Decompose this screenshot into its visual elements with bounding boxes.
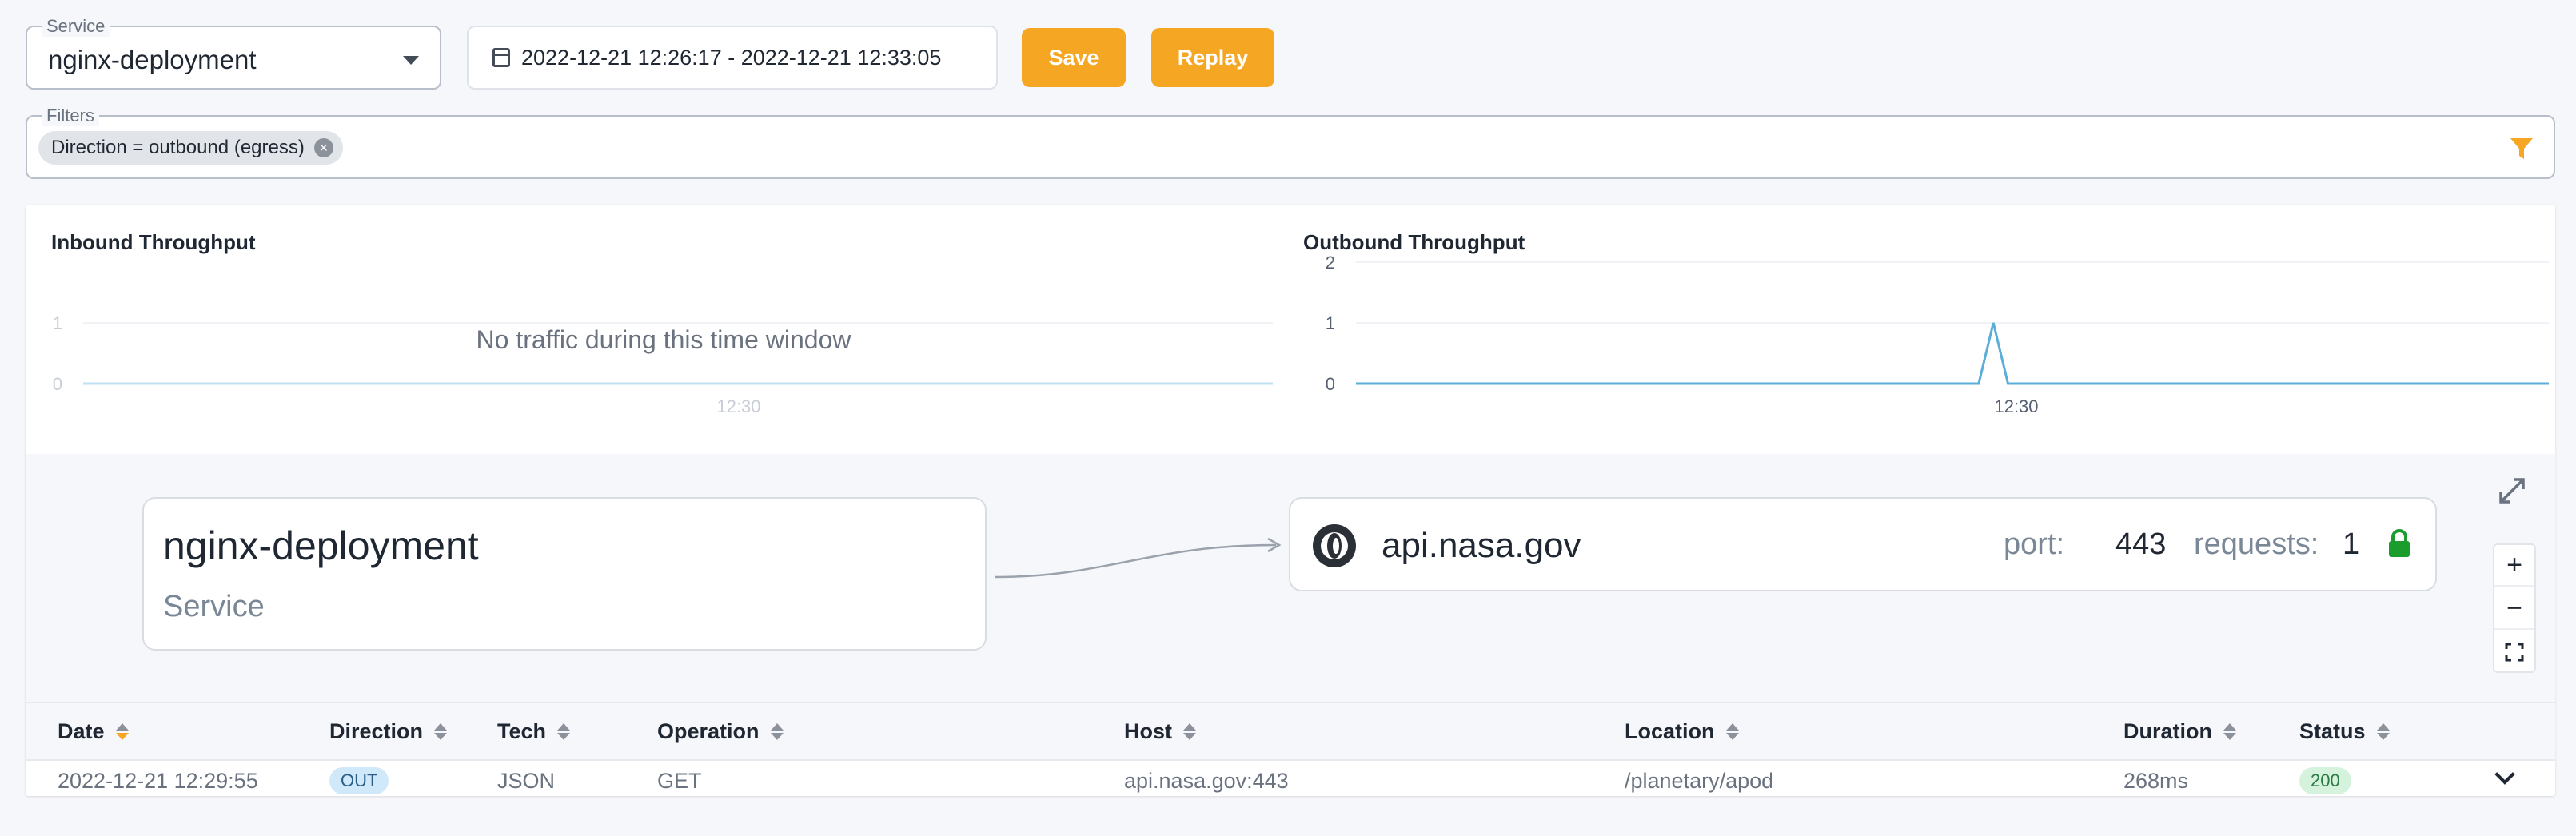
zoom-controls: + − [2493,543,2536,673]
table-row[interactable]: 2022-12-21 12:29:55 OUT JSON GET api.nas… [26,761,2555,796]
port-label: port: [2004,527,2065,561]
column-header-tech[interactable]: Tech [497,719,571,744]
requests-value: 1 [2343,527,2360,561]
column-header-label: Direction [329,719,424,743]
sort-icon [1183,723,1196,740]
cell-date: 2022-12-21 12:29:55 [58,769,258,793]
requests-label: requests: [2194,527,2319,561]
inbound-ytick-0: 0 [53,374,62,394]
calendar-icon [492,48,510,67]
column-header-label: Host [1124,719,1172,743]
sort-icon [434,723,448,740]
column-header-location[interactable]: Location [1625,719,1739,744]
outbound-ytick-1: 1 [1326,313,1335,333]
service-node-type: Service [163,590,265,623]
column-header-label: Date [58,719,105,743]
sort-icon [1725,723,1739,740]
status-badge: 200 [2299,767,2351,794]
expand-row-chevron-icon[interactable] [2494,764,2515,785]
sort-icon [2376,723,2390,740]
outbound-ytick-2: 2 [1326,253,1335,273]
sort-icon [2223,723,2236,740]
outbound-chart-title: Outbound Throughput [1303,230,1525,254]
cell-duration: 268ms [2123,769,2189,793]
sort-icon [770,723,784,740]
cell-host: api.nasa.gov:443 [1124,769,1289,793]
column-header-label: Status [2299,719,2366,743]
fullscreen-expand-icon[interactable] [2496,475,2528,507]
close-icon[interactable]: × [313,138,333,157]
filter-chip[interactable]: Direction = outbound (egress) × [38,131,343,165]
direction-badge: OUT [329,767,389,794]
save-button[interactable]: Save [1022,28,1126,87]
filter-chip-label: Direction = outbound (egress) [51,137,305,158]
replay-button[interactable]: Replay [1151,28,1274,87]
column-header-direction[interactable]: Direction [329,719,448,744]
main-panel: Inbound Throughput 1 0 12:30 No traffic … [26,205,2555,796]
port-value: 443 [2115,527,2167,561]
filters-label: Filters [42,105,99,126]
lock-icon [2389,529,2410,557]
inbound-ytick-1: 1 [53,313,62,333]
sort-icon [115,723,129,740]
zoom-in-button[interactable]: + [2494,545,2534,587]
column-header-host[interactable]: Host [1124,719,1196,744]
cell-location: /planetary/apod [1625,769,1774,793]
inbound-chart: 1 0 12:30 No traffic during this time wi… [53,313,1273,416]
time-range-picker[interactable]: 2022-12-21 12:26:17 - 2022-12-21 12:33:0… [467,26,998,90]
host-node-name: api.nasa.gov [1382,526,1581,565]
service-value: nginx-deployment [48,45,257,74]
fit-view-button[interactable] [2494,631,2534,673]
cell-tech: JSON [497,769,556,793]
outbound-ytick-0: 0 [1326,374,1335,394]
time-range-text: 2022-12-21 12:26:17 - 2022-12-21 12:33:0… [521,45,942,70]
outbound-series-line [1356,322,2549,385]
service-node[interactable]: nginx-deployment Service [142,497,987,651]
table-header: Date Direction Tech Operation Host Locat… [26,702,2555,761]
column-header-status[interactable]: Status [2299,719,2390,744]
filter-icon[interactable] [2509,136,2534,161]
service-node-name: nginx-deployment [163,523,479,568]
inbound-xtick-0: 12:30 [716,396,760,416]
chevron-down-icon [403,56,419,65]
outbound-chart: 2 1 0 12:30 [1326,253,2549,416]
cell-operation: GET [657,769,702,793]
column-header-label: Duration [2123,719,2212,743]
service-select[interactable]: Service nginx-deployment [26,16,441,90]
edge-arrow [994,537,1282,579]
host-node[interactable]: api.nasa.gov port: 443 requests: 1 [1289,497,2437,591]
filters-input[interactable]: Filters Direction = outbound (egress) × [26,105,2555,179]
service-label: Service [42,16,110,37]
sort-icon [557,723,571,740]
inbound-empty-message: No traffic during this time window [477,325,852,354]
column-header-label: Operation [657,719,760,743]
inbound-chart-title: Inbound Throughput [51,230,256,254]
column-header-label: Tech [497,719,547,743]
zoom-out-button[interactable]: − [2494,588,2534,630]
outbound-xtick-0: 12:30 [1994,396,2038,416]
column-header-duration[interactable]: Duration [2123,719,2236,744]
fit-view-icon [2505,643,2524,662]
column-header-operation[interactable]: Operation [657,719,784,744]
json-icon [1313,524,1356,567]
column-header-date[interactable]: Date [58,719,129,744]
column-header-label: Location [1625,719,1715,743]
